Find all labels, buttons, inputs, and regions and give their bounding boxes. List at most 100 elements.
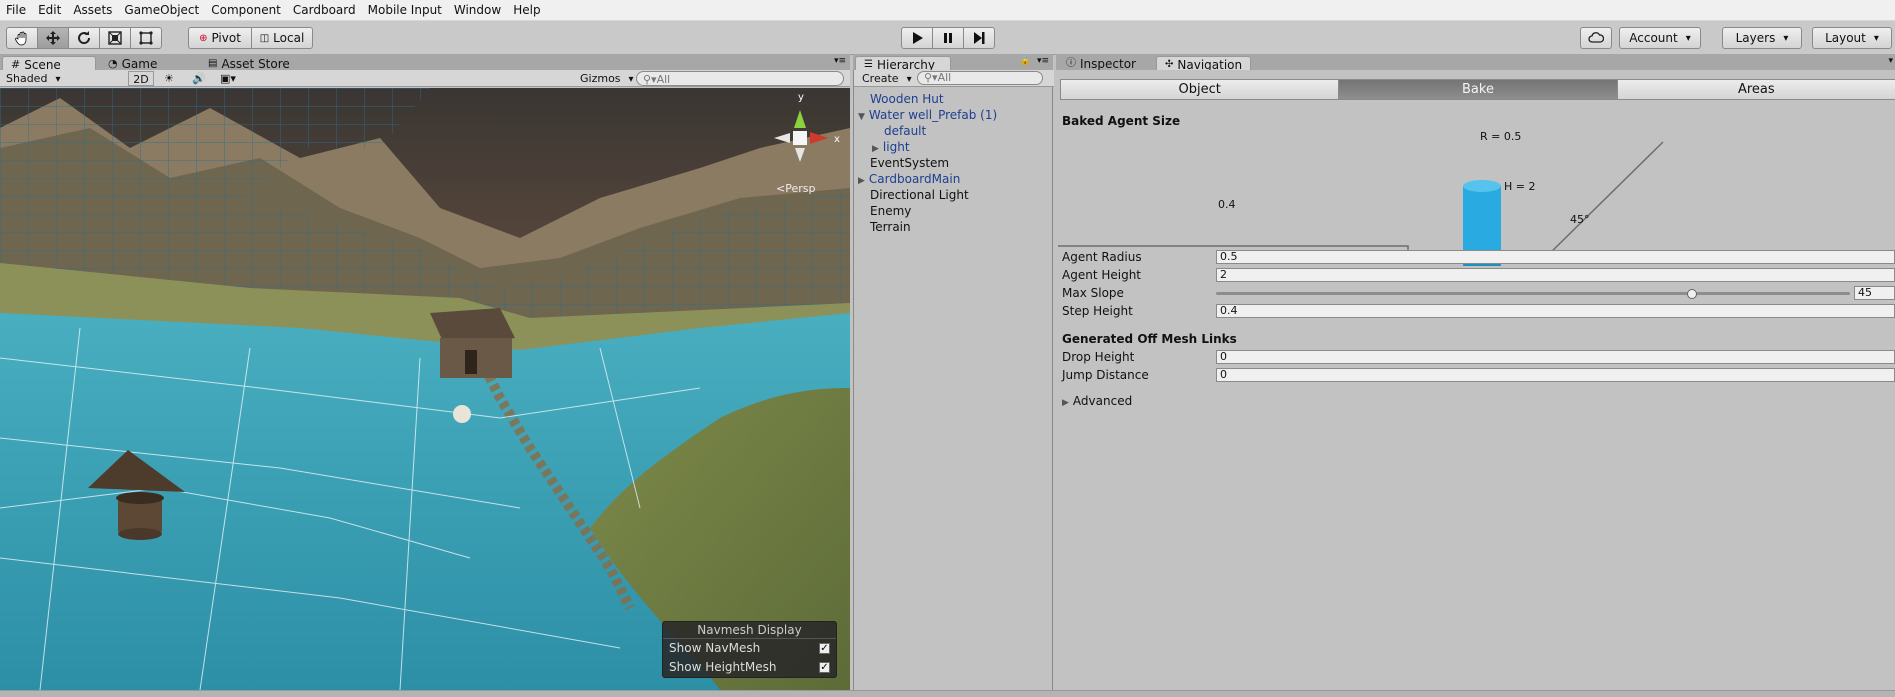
- create-dropdown[interactable]: Create: [862, 71, 912, 87]
- show-heightmesh-checkbox[interactable]: ✓: [819, 662, 830, 673]
- navigation-segments: Object Bake Areas: [1060, 79, 1895, 100]
- drop-height-field[interactable]: 0: [1216, 350, 1895, 364]
- hierarchy-item-label: EventSystem: [870, 156, 950, 170]
- menu-gameobject[interactable]: GameObject: [118, 0, 205, 21]
- layout-label: Layout: [1825, 31, 1866, 45]
- menu-assets[interactable]: Assets: [67, 0, 118, 21]
- max-slope-slider[interactable]: [1216, 292, 1850, 295]
- scene-viewport[interactable]: y x <Persp: [0, 88, 850, 690]
- menu-help[interactable]: Help: [507, 0, 546, 21]
- hierarchy-search-placeholder: All: [937, 71, 952, 84]
- menu-file[interactable]: File: [0, 0, 32, 21]
- hierarchy-item-label: Terrain: [870, 220, 911, 234]
- move-icon[interactable]: [37, 27, 69, 49]
- play-icon[interactable]: [901, 27, 933, 49]
- hierarchy-item-label: Water well_Prefab (1): [868, 108, 998, 122]
- create-label: Create: [862, 72, 899, 85]
- audio-icon[interactable]: 🔊: [192, 71, 206, 86]
- collapsed-arrow-icon[interactable]: ▶: [872, 144, 879, 154]
- scale-icon[interactable]: [99, 27, 131, 49]
- hierarchy-item-label: Enemy: [870, 204, 912, 218]
- hierarchy-item-eventsystem[interactable]: EventSystem: [870, 155, 949, 171]
- step-height-field[interactable]: 0.4: [1216, 304, 1895, 318]
- hierarchy-item-enemy[interactable]: Enemy: [870, 203, 911, 219]
- menu-component[interactable]: Component: [205, 0, 287, 21]
- offmesh-links-header: Generated Off Mesh Links: [1062, 332, 1237, 346]
- pivot-toggle[interactable]: ⊕ Pivot: [188, 27, 252, 49]
- shading-label: Shaded: [6, 72, 48, 85]
- persp-label[interactable]: <Persp: [776, 182, 815, 195]
- collapsed-arrow-icon[interactable]: ▶: [858, 176, 865, 186]
- hierarchy-item-label: CardboardMain: [868, 172, 961, 186]
- navigation-panel: Object Bake Areas Baked Agent Size R = 0…: [1056, 70, 1895, 697]
- max-slope-slider-thumb[interactable]: [1686, 289, 1697, 299]
- lighting-icon[interactable]: ☀: [164, 71, 174, 86]
- hierarchy-item-default[interactable]: default: [884, 123, 926, 139]
- rotate-icon[interactable]: [68, 27, 100, 49]
- jump-distance-field[interactable]: 0: [1216, 368, 1895, 382]
- toggle-2d[interactable]: 2D: [128, 71, 154, 86]
- expanded-arrow-icon[interactable]: ▼: [858, 112, 865, 122]
- show-navmesh-row[interactable]: Show NavMesh ✓: [663, 639, 836, 658]
- panel-menu-icon[interactable]: ▾≡: [834, 56, 846, 66]
- agent-height-label: H = 2: [1504, 180, 1536, 193]
- max-slope-field[interactable]: 45: [1854, 286, 1895, 300]
- inspector-tab-strip: ⓘ Inspector ✣ Navigation ▾: [1056, 54, 1895, 72]
- hand-icon[interactable]: [6, 27, 38, 49]
- agent-height-field[interactable]: 2: [1216, 268, 1895, 282]
- collapsed-arrow-icon: ▶: [1062, 398, 1069, 408]
- transform-tools: [6, 27, 162, 49]
- scene-search-input[interactable]: ⚲▾All: [636, 71, 844, 86]
- advanced-foldout[interactable]: ▶ Advanced: [1062, 394, 1132, 408]
- layout-dropdown[interactable]: Layout: [1812, 27, 1892, 49]
- cloud-icon[interactable]: [1580, 27, 1612, 49]
- lock-icon[interactable]: 🔒: [1020, 56, 1031, 66]
- account-dropdown[interactable]: Account: [1619, 27, 1701, 49]
- step-height-field-label: Step Height: [1062, 304, 1133, 318]
- segment-bake[interactable]: Bake: [1338, 79, 1618, 100]
- hierarchy-tab-strip: ☰ Hierarchy 🔒 ▾≡: [853, 54, 1053, 72]
- hierarchy-item-water-well[interactable]: ▼ Water well_Prefab (1): [858, 107, 997, 125]
- inspector-menu-icon[interactable]: ▾: [1888, 56, 1893, 66]
- step-height-diagram-label: 0.4: [1218, 198, 1236, 211]
- rect-icon[interactable]: [130, 27, 162, 49]
- account-label: Account: [1629, 31, 1678, 45]
- hierarchy-bar: Create ⚲▾All: [854, 70, 1054, 87]
- segment-areas[interactable]: Areas: [1616, 79, 1895, 100]
- slope-angle-label: 45°: [1570, 213, 1590, 226]
- wooden-hut: [430, 308, 515, 378]
- pause-icon[interactable]: [932, 27, 964, 49]
- local-label: Local: [273, 31, 305, 45]
- navmesh-display-title: Navmesh Display: [663, 622, 836, 639]
- show-heightmesh-row[interactable]: Show HeightMesh ✓: [663, 658, 836, 677]
- menu-window[interactable]: Window: [448, 0, 507, 21]
- max-slope-row: Max Slope 45: [1062, 286, 1895, 301]
- navmesh-display-panel: Navmesh Display Show NavMesh ✓ Show Heig…: [662, 621, 837, 678]
- agent-radius-field[interactable]: 0.5: [1216, 250, 1895, 264]
- hierarchy-menu-icon[interactable]: ▾≡: [1037, 56, 1049, 66]
- hierarchy-item-label: Wooden Hut: [870, 92, 944, 106]
- menu-mobile-input[interactable]: Mobile Input: [362, 0, 448, 21]
- scene-tab-strip: # Scene ◔ Game ▤ Asset Store ▾≡: [0, 54, 850, 72]
- jump-distance-row: Jump Distance 0: [1062, 368, 1895, 383]
- step-icon[interactable]: [963, 27, 995, 49]
- scene-view-bar: Shaded 2D ☀ 🔊 ▣▾ Gizmos ⚲▾All: [0, 70, 850, 87]
- image-effects-icon[interactable]: ▣▾: [220, 71, 236, 86]
- drop-height-field-label: Drop Height: [1062, 350, 1135, 364]
- drop-height-row: Drop Height 0: [1062, 350, 1895, 365]
- shading-dropdown[interactable]: Shaded: [6, 71, 118, 86]
- show-navmesh-checkbox[interactable]: ✓: [819, 643, 830, 654]
- agent-radius-label: R = 0.5: [1480, 130, 1522, 143]
- hierarchy-search-input[interactable]: ⚲▾All: [917, 71, 1043, 85]
- menu-cardboard[interactable]: Cardboard: [287, 0, 362, 21]
- gizmos-dropdown[interactable]: Gizmos: [580, 71, 634, 86]
- local-toggle[interactable]: ◫ Local: [251, 27, 313, 49]
- segment-object[interactable]: Object: [1060, 79, 1340, 100]
- hierarchy-item-terrain[interactable]: Terrain: [870, 219, 911, 235]
- show-navmesh-label: Show NavMesh: [669, 641, 761, 655]
- layers-dropdown[interactable]: Layers: [1722, 27, 1802, 49]
- hierarchy-item-directional-light[interactable]: Directional Light: [870, 187, 969, 203]
- hierarchy-item-wooden-hut[interactable]: Wooden Hut: [870, 91, 944, 107]
- menu-edit[interactable]: Edit: [32, 0, 67, 21]
- menu-bar: File Edit Assets GameObject Component Ca…: [0, 0, 1895, 21]
